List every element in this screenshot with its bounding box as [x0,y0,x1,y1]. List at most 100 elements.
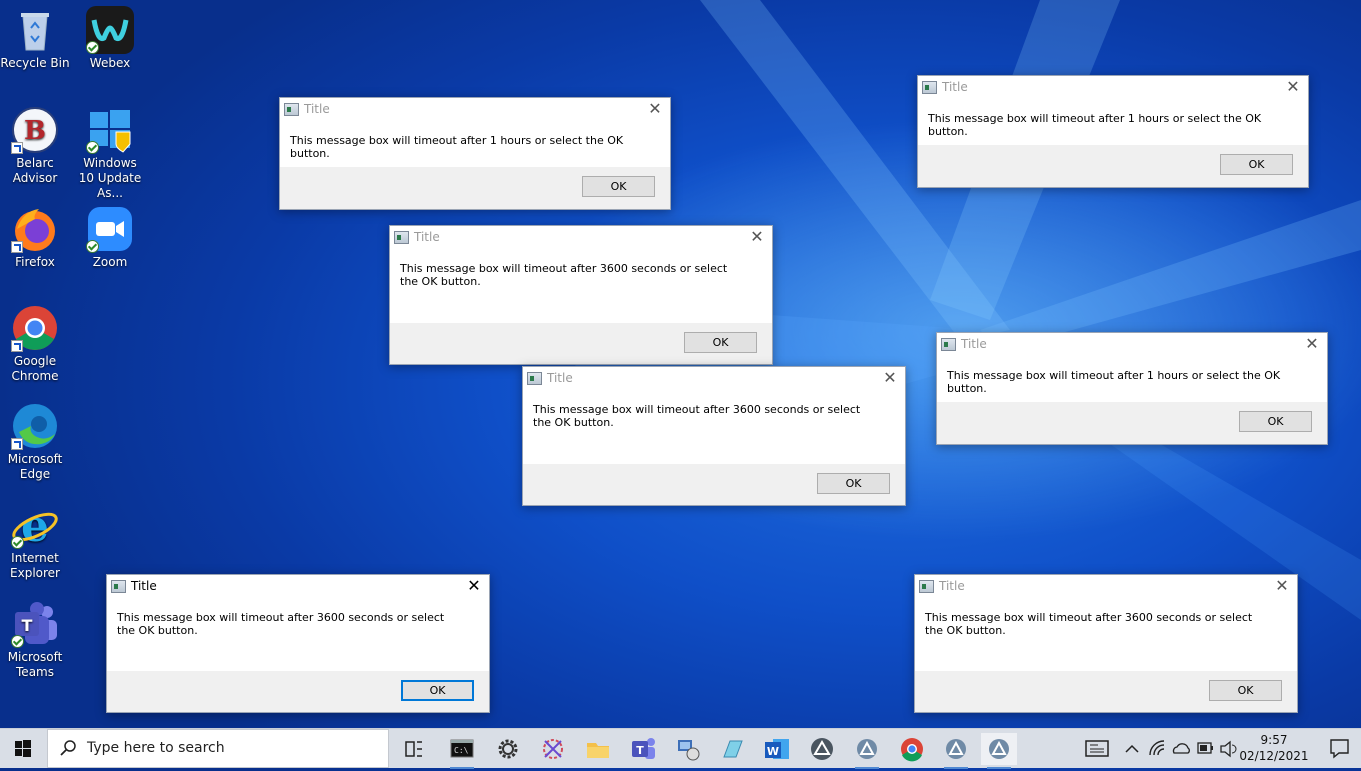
recycle-bin-icon [11,6,59,54]
taskbar-app-teams[interactable]: T [625,733,661,765]
taskbar-app-triangle-3[interactable] [938,733,974,769]
message-box-dialog[interactable]: Title ✕ This message box will timeout af… [936,332,1328,445]
taskbar-app-file-explorer[interactable] [580,733,616,765]
desktop-icon-windows-update-assistant[interactable]: Windows 10 Update As... [74,106,146,201]
chevron-up-icon [1125,744,1139,753]
ok-button[interactable]: OK [1239,411,1312,432]
desktop-icon-belarc-advisor[interactable]: B Belarc Advisor [0,106,71,186]
network-status-button[interactable] [1146,729,1168,768]
taskbar-app-triangle-1[interactable] [804,733,840,765]
cloud-icon [1172,743,1190,754]
dialog-title-bar[interactable]: Title ✕ [390,226,772,248]
dialog-title-bar[interactable]: Title ✕ [937,333,1327,355]
ok-button[interactable]: OK [401,680,474,701]
dialog-title-bar[interactable]: Title ✕ [523,367,905,389]
action-center-button[interactable] [1317,729,1361,768]
dialog-message: This message box will timeout after 1 ho… [280,120,670,167]
close-icon[interactable]: ✕ [1297,333,1327,355]
dialog-title-bar[interactable]: Title ✕ [915,575,1297,597]
chrome-icon [11,304,59,352]
onedrive-button[interactable] [1170,729,1192,768]
desktop-icon-label: Webex [89,56,131,70]
volume-button[interactable] [1217,729,1239,768]
close-icon[interactable]: ✕ [640,98,670,120]
taskbar-app-triangle-2[interactable] [849,733,885,769]
taskbar-app-chrome[interactable] [894,733,930,765]
taskbar-app-notepad[interactable] [714,733,750,765]
gear-icon [498,739,518,759]
dialog-button-bar: OK [915,671,1297,712]
desktop-icon-zoom[interactable]: Zoom [74,205,146,270]
desktop-icon-firefox[interactable]: Firefox [0,205,71,270]
taskbar-clock[interactable]: 9:57 02/12/2021 [1239,732,1309,764]
dialog-title-bar[interactable]: Title ✕ [918,76,1308,98]
desktop-icon-microsoft-edge[interactable]: Microsoft Edge [0,402,71,482]
dialog-title: Title [131,579,157,593]
taskbar-app-word[interactable]: W [759,733,795,765]
news-widget-button[interactable] [1082,729,1112,768]
window-app-icon [527,372,542,385]
svg-text:B: B [24,116,46,146]
ok-button[interactable]: OK [817,473,890,494]
desktop-icon-label: Google Chrome [11,354,59,383]
close-icon[interactable]: ✕ [1278,76,1308,98]
ok-button[interactable]: OK [684,332,757,353]
desktop-icon-label: Zoom [92,255,128,269]
taskbar-search-box[interactable]: Type here to search [47,729,389,768]
close-icon[interactable]: ✕ [742,226,772,248]
battery-button[interactable] [1194,729,1216,768]
close-icon[interactable]: ✕ [875,367,905,389]
dialog-title-bar[interactable]: Title ✕ [280,98,670,120]
dialog-button-bar: OK [107,671,489,712]
network-computer-icon [678,740,700,761]
message-box-dialog[interactable]: Title ✕ This message box will timeout af… [522,366,906,506]
taskbar-app-snipping-tool[interactable] [535,733,571,765]
close-icon[interactable]: ✕ [459,575,489,597]
message-box-dialog-active[interactable]: Title ✕ This message box will timeout af… [106,574,490,713]
desktop-icon-webex[interactable]: Webex [74,6,146,71]
dialog-title-bar[interactable]: Title ✕ [107,575,489,597]
start-button[interactable] [0,729,46,768]
sync-check-badge-icon [86,41,99,54]
clock-time: 9:57 [1260,733,1288,747]
task-view-icon [405,741,422,757]
sync-check-badge-icon [86,240,99,253]
svg-text:C:\: C:\ [454,746,469,755]
desktop-icon-google-chrome[interactable]: Google Chrome [0,304,71,384]
desktop-icon-internet-explorer[interactable]: e Internet Explorer [0,501,71,581]
window-app-icon [941,338,956,351]
message-box-dialog[interactable]: Title ✕ This message box will timeout af… [914,574,1298,713]
message-box-dialog[interactable]: Title ✕ This message box will timeout af… [917,75,1309,188]
app-triangle-icon [857,739,877,759]
taskbar-app-triangle-4[interactable] [981,733,1017,769]
sync-check-badge-icon [86,141,99,154]
message-box-dialog[interactable]: Title ✕ This message box will timeout af… [389,225,773,365]
ok-button[interactable]: OK [582,176,655,197]
task-view-button[interactable] [396,733,432,765]
taskbar-app-command-prompt[interactable]: C:\ [444,733,480,769]
dialog-message: This message box will timeout after 3600… [390,248,772,323]
desktop-icon-label: Recycle Bin [0,56,70,70]
dialog-title: Title [939,579,965,593]
dialog-button-bar: OK [918,145,1308,187]
dialog-title: Title [961,337,987,351]
window-app-icon [111,580,126,593]
ok-button[interactable]: OK [1209,680,1282,701]
dialog-title: Title [304,102,330,116]
app-triangle-icon [989,739,1009,759]
message-box-dialog[interactable]: Title ✕ This message box will timeout af… [279,97,671,210]
teams-icon: T [632,738,655,759]
close-icon[interactable]: ✕ [1267,575,1297,597]
desktop-icon-microsoft-teams[interactable]: T Microsoft Teams [0,600,71,680]
search-icon [60,740,76,756]
taskbar-app-settings[interactable] [490,733,526,765]
show-hidden-icons-button[interactable] [1122,729,1142,768]
dialog-message: This message box will timeout after 3600… [107,597,489,671]
windows-update-assistant-icon [86,106,134,154]
desktop-icon-recycle-bin[interactable]: Recycle Bin [0,6,71,71]
taskbar-app-network-tool[interactable] [670,733,706,765]
dialog-message: This message box will timeout after 1 ho… [918,98,1308,145]
dialog-button-bar: OK [390,323,772,364]
ok-button[interactable]: OK [1220,154,1293,175]
dialog-button-bar: OK [523,464,905,505]
